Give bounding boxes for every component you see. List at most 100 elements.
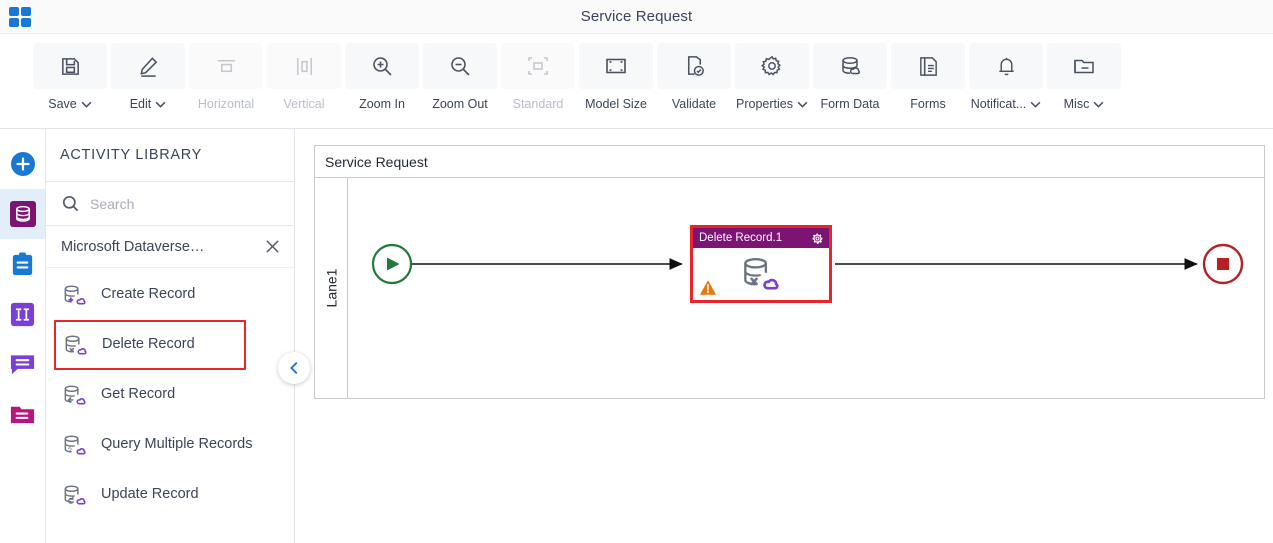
toolbar-button-edit[interactable]: Edit [110, 43, 186, 111]
toolbar-label-misc: Misc [1063, 97, 1090, 111]
activity-node-title: Delete Record.1 [699, 232, 783, 244]
activity-item-query-multiple-records[interactable]: ? Query Multiple Records [46, 420, 294, 470]
database-update-icon [64, 485, 86, 504]
activity-node-body [693, 248, 829, 300]
sidebar-item-messages[interactable] [0, 339, 45, 389]
zoom-out-icon [451, 57, 470, 76]
database-delete-icon [65, 335, 87, 354]
toolbar-button-standard[interactable]: Standard [500, 43, 576, 111]
activity-item-update-record[interactable]: Update Record [46, 470, 294, 520]
activity-node-delete-record[interactable]: Delete Record.1 [690, 225, 832, 303]
toolbar-label-forms: Forms [910, 97, 946, 111]
diagram-canvas[interactable]: Service Request Lane1 Delete Record.1 [295, 129, 1273, 543]
search-icon [62, 195, 79, 212]
database-get-icon [64, 385, 86, 404]
sidebar-item-forms[interactable] [0, 289, 45, 339]
zoom-in-icon [373, 57, 392, 76]
activity-node-header: Delete Record.1 [693, 228, 829, 248]
bell-icon [998, 57, 1014, 75]
chevron-down-icon [155, 101, 166, 108]
vertical-align-icon [296, 57, 312, 75]
toolbar: Save Edit Horizontal Vertical Zoom In Zo… [0, 34, 1273, 129]
document-icon [919, 56, 937, 76]
model-size-icon [606, 58, 626, 74]
toolbar-button-validate[interactable]: Validate [656, 43, 732, 111]
activity-item-get-record[interactable]: Get Record [46, 370, 294, 420]
chevron-down-icon [1030, 101, 1041, 108]
close-icon[interactable] [265, 239, 280, 254]
toolbar-button-notifications[interactable]: Notificat... [968, 43, 1044, 111]
validate-icon [687, 55, 704, 76]
gear-icon [760, 55, 781, 76]
activity-label: Create Record [101, 286, 196, 303]
search-input[interactable] [90, 195, 260, 212]
activity-list: Create Record Delete Record Get Record ?… [46, 268, 294, 520]
activity-label: Update Record [101, 486, 199, 503]
save-icon [61, 57, 79, 75]
lane-label-text: Lane1 [323, 268, 339, 308]
database-icon [842, 56, 860, 75]
horizontal-align-icon [217, 59, 235, 72]
app-grid-icon[interactable] [9, 7, 31, 27]
standard-size-icon [528, 57, 548, 75]
clipboard-icon [12, 252, 33, 275]
svg-text:?: ? [68, 445, 72, 454]
toolbar-button-zoom-out[interactable]: Zoom Out [422, 43, 498, 111]
toolbar-button-zoom-in[interactable]: Zoom In [344, 43, 420, 111]
toolbar-label-form-data: Form Data [820, 97, 880, 111]
toolbar-label-horizontal: Horizontal [197, 97, 255, 111]
toolbar-button-forms[interactable]: Forms [890, 43, 966, 111]
toolbar-button-save[interactable]: Save [32, 43, 108, 111]
warning-triangle-icon [699, 280, 717, 295]
folder-icon [10, 406, 35, 423]
toolbar-button-form-data[interactable]: Form Data [812, 43, 888, 111]
sidebar-item-tasks[interactable] [0, 239, 45, 289]
activity-label: Delete Record [102, 336, 195, 353]
toolbar-label-notifications: Notificat... [970, 97, 1027, 111]
activity-label: Query Multiple Records [101, 436, 253, 453]
lane-label: Lane1 [315, 178, 348, 398]
gear-icon[interactable] [811, 232, 824, 245]
toolbar-label-validate: Validate [671, 97, 717, 111]
activity-item-create-record[interactable]: Create Record [46, 270, 294, 320]
pool: Service Request Lane1 Delete Record.1 [314, 145, 1265, 399]
left-rail [0, 129, 46, 543]
chevron-down-icon [1093, 101, 1104, 108]
toolbar-button-model-size[interactable]: Model Size [578, 43, 654, 111]
panel-title: ACTIVITY LIBRARY [46, 129, 294, 182]
sidebar-item-add[interactable] [0, 139, 45, 189]
activity-item-delete-record[interactable]: Delete Record [54, 320, 246, 370]
activity-label: Get Record [101, 386, 176, 403]
panel-collapse-button[interactable] [278, 352, 310, 384]
folder-icon [1074, 59, 1094, 74]
edit-pencil-icon [139, 56, 157, 77]
toolbar-label-zoom-out: Zoom Out [432, 97, 488, 111]
database-delete-icon [744, 257, 779, 290]
toolbar-button-horizontal[interactable]: Horizontal [188, 43, 264, 111]
toolbar-label-zoom-in: Zoom In [359, 97, 405, 111]
toolbar-button-vertical[interactable]: Vertical [266, 43, 342, 111]
pool-title: Service Request [315, 146, 1264, 178]
plus-circle-icon [10, 152, 35, 176]
database-icon [9, 201, 36, 227]
sidebar-item-files[interactable] [0, 389, 45, 439]
toolbar-label-model-size: Model Size [585, 97, 647, 111]
chevron-left-icon [290, 362, 298, 374]
lane-body: Delete Record.1 [348, 178, 1264, 398]
toolbar-label-save: Save [48, 97, 77, 111]
activity-group-header: Microsoft Dataverse… [46, 226, 294, 268]
chevron-down-icon [81, 101, 92, 108]
toolbar-label-properties: Properties [736, 97, 793, 111]
toolbar-label-vertical: Vertical [283, 97, 325, 111]
database-create-icon [64, 285, 86, 304]
main-body: ACTIVITY LIBRARY Microsoft Dataverse… [0, 129, 1273, 543]
form-columns-icon [10, 302, 35, 326]
toolbar-button-properties[interactable]: Properties [734, 43, 810, 111]
toolbar-button-misc[interactable]: Misc [1046, 43, 1122, 111]
sidebar-item-activities[interactable] [0, 189, 45, 239]
toolbar-label-standard: Standard [512, 97, 564, 111]
title-bar: Service Request [0, 0, 1273, 34]
end-stop-icon [1217, 258, 1229, 270]
page-title: Service Request [580, 8, 693, 25]
chat-bubble-icon [10, 354, 35, 374]
